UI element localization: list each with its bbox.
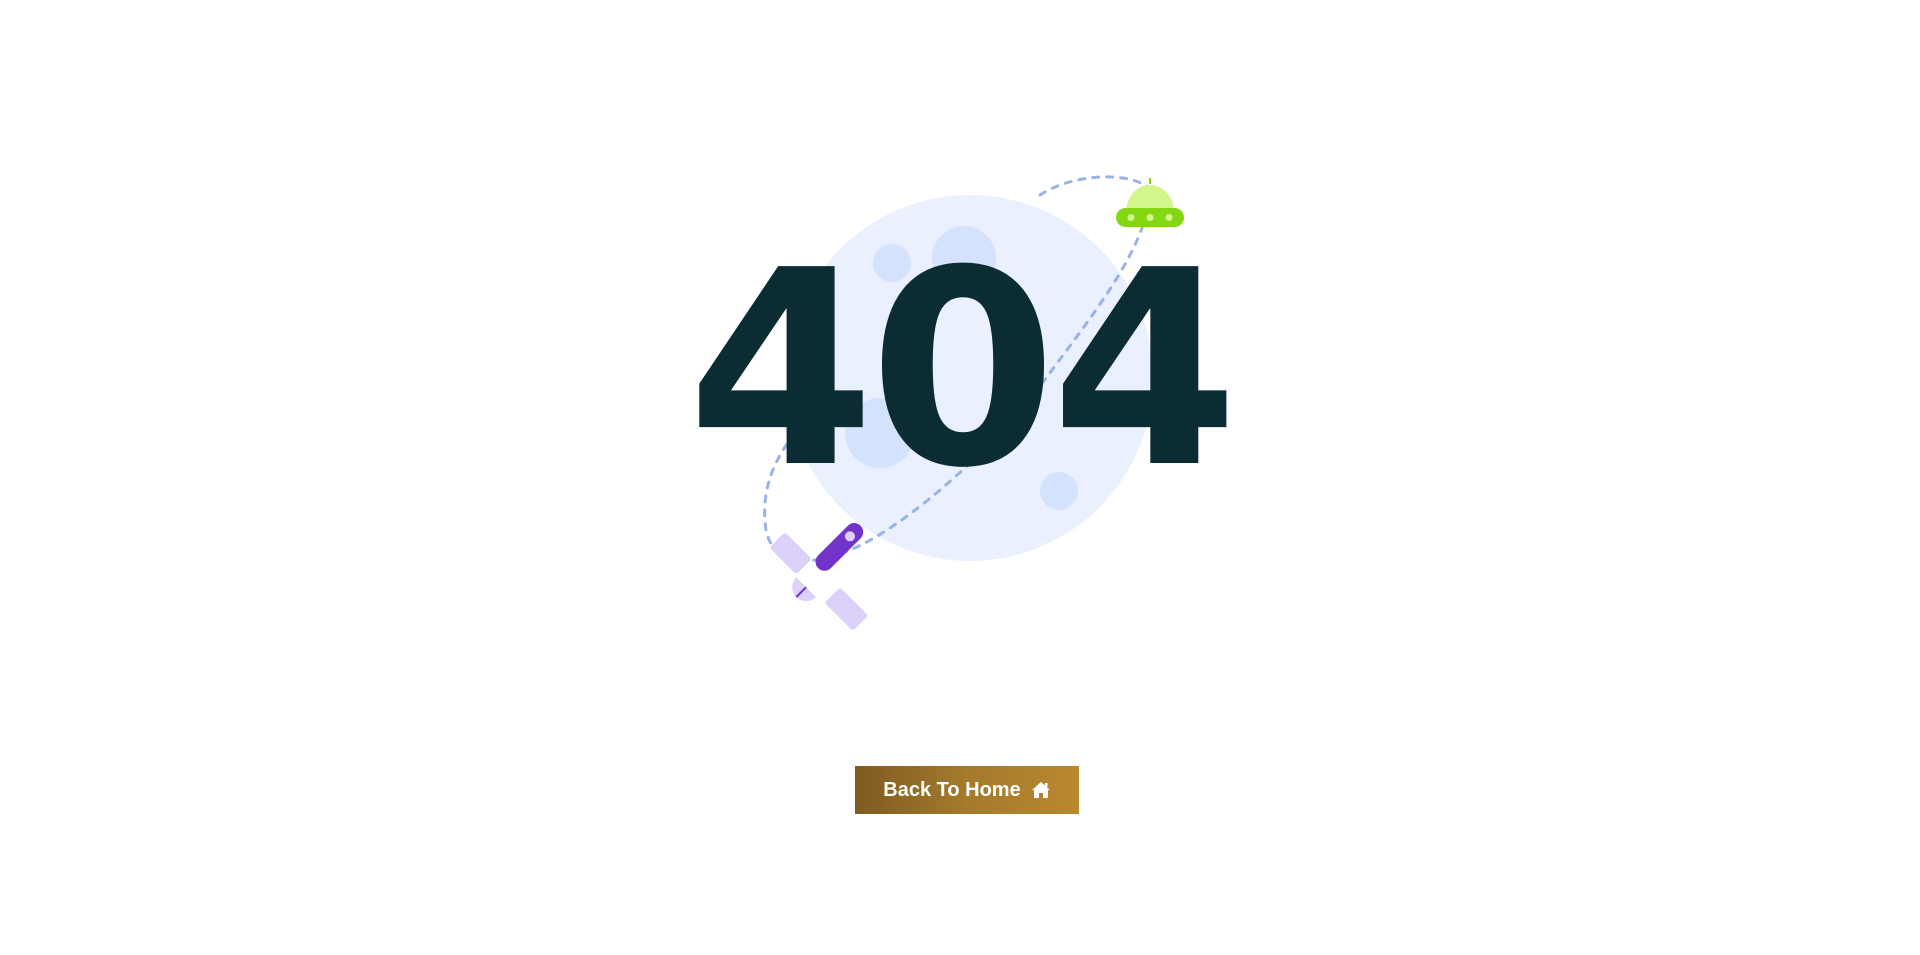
back-to-home-label: Back To Home xyxy=(883,778,1021,801)
home-icon xyxy=(1031,782,1050,798)
back-to-home-button[interactable]: Back To Home xyxy=(855,766,1079,814)
not-found-page: 404 Back To Home xyxy=(0,0,1920,955)
error-code-heading: 404 xyxy=(687,212,1239,527)
